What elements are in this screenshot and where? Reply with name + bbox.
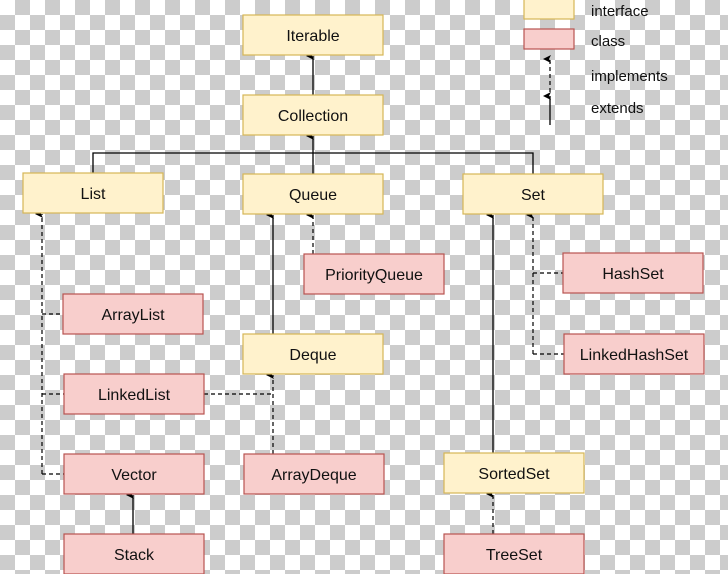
node-label: SortedSet bbox=[478, 466, 550, 483]
collection-hierarchy-diagram: Iterable Collection List Queue Set Prior… bbox=[22, 0, 705, 574]
node-iterable: Iterable bbox=[242, 14, 384, 56]
node-array-list: ArrayList bbox=[62, 293, 204, 335]
node-label: Collection bbox=[278, 108, 348, 125]
node-queue: Queue bbox=[242, 173, 384, 215]
node-deque: Deque bbox=[242, 333, 384, 375]
node-list: List bbox=[22, 172, 164, 214]
node-label: ArrayList bbox=[101, 307, 165, 324]
legend-class-label: class bbox=[591, 33, 625, 50]
node-label: LinkedList bbox=[98, 387, 171, 404]
node-vector: Vector bbox=[63, 453, 205, 495]
legend-interface-swatch bbox=[523, 0, 575, 20]
node-label: LinkedHashSet bbox=[580, 347, 689, 364]
node-label: ArrayDeque bbox=[271, 467, 356, 484]
node-label: Stack bbox=[114, 547, 155, 564]
node-linked-hash-set: LinkedHashSet bbox=[563, 333, 705, 375]
legend-implements-label: implements bbox=[591, 68, 668, 85]
legend-class-swatch bbox=[523, 28, 575, 50]
node-label: Queue bbox=[289, 187, 337, 204]
legend-interface-label: interface bbox=[591, 3, 649, 20]
node-label: HashSet bbox=[602, 266, 664, 283]
node-set: Set bbox=[462, 173, 604, 215]
node-stack: Stack bbox=[63, 533, 205, 574]
node-label: Iterable bbox=[286, 28, 339, 45]
node-label: Deque bbox=[289, 347, 336, 364]
node-linked-list: LinkedList bbox=[63, 373, 205, 415]
node-hash-set: HashSet bbox=[562, 252, 704, 294]
node-priority-queue: PriorityQueue bbox=[303, 253, 445, 295]
node-label: Set bbox=[521, 187, 546, 204]
legend-extends-label: extends bbox=[591, 100, 644, 117]
node-sorted-set: SortedSet bbox=[443, 452, 585, 494]
legend: interface class implements extends bbox=[523, 0, 668, 125]
node-tree-set: TreeSet bbox=[443, 533, 585, 574]
node-label: Vector bbox=[111, 467, 157, 484]
node-array-deque: ArrayDeque bbox=[243, 453, 385, 495]
node-label: PriorityQueue bbox=[325, 267, 423, 284]
node-label: List bbox=[81, 186, 106, 203]
node-label: TreeSet bbox=[486, 547, 543, 564]
node-collection: Collection bbox=[242, 94, 384, 136]
